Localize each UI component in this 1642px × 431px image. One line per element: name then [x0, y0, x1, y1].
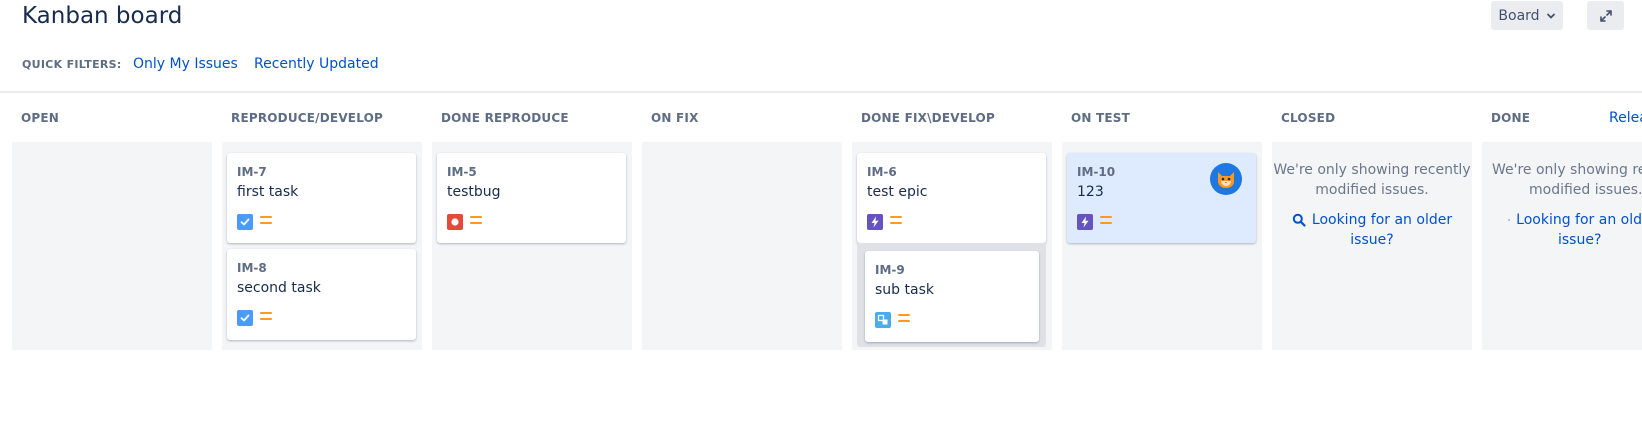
issue-key[interactable]: IM-8: [237, 261, 267, 275]
column-reproduce-develop: IM-7 first task IM-8 second task: [222, 142, 422, 350]
issue-summary: testbug: [447, 184, 501, 200]
filter-recently-updated[interactable]: Recently Updated: [254, 56, 379, 72]
issue-key[interactable]: IM-9: [875, 263, 905, 277]
task-checkbox-icon: [237, 310, 253, 326]
issue-card-im-5[interactable]: IM-5 testbug: [437, 153, 626, 243]
column-header-on-fix: ON FIX: [651, 111, 699, 125]
chevron-down-icon: [1546, 13, 1555, 19]
issue-key[interactable]: IM-6: [867, 165, 897, 179]
column-header-on-test: ON TEST: [1071, 111, 1131, 125]
issue-summary: 123: [1077, 184, 1104, 200]
priority-medium-icon: [260, 312, 272, 324]
priority-medium-icon: [470, 216, 482, 228]
older-issue-link-text[interactable]: issue?: [1272, 230, 1472, 250]
board-button-label: Board: [1498, 7, 1540, 24]
issue-card-im-6[interactable]: IM-6 test epic: [857, 153, 1046, 243]
filter-only-my-issues[interactable]: Only My Issues: [133, 56, 238, 72]
empty-message-line: modified issues.: [1315, 182, 1429, 198]
empty-message-line: modified issues.: [1529, 182, 1642, 198]
expand-icon: [1599, 9, 1612, 22]
issue-key[interactable]: IM-5: [447, 165, 477, 179]
column-done-fix-develop: IM-6 test epic IM-9 sub task: [852, 142, 1052, 350]
issue-summary: first task: [237, 184, 299, 200]
column-on-test: IM-10 123: [1062, 142, 1262, 350]
bug-icon: [447, 214, 463, 230]
header-divider: [0, 91, 1642, 93]
epic-lightning-icon: [867, 214, 883, 230]
quick-filters-label: QUICK FILTERS:: [22, 58, 122, 71]
closed-older-issue-link[interactable]: Looking for an older issue?: [1272, 210, 1472, 250]
release-link[interactable]: Relea: [1609, 110, 1642, 126]
closed-empty-message: We're only showing recently modified iss…: [1272, 160, 1472, 200]
done-empty-message: We're only showing rece modified issues.: [1482, 160, 1642, 200]
subtask-container: IM-9 sub task: [857, 243, 1046, 347]
priority-medium-icon: [1100, 216, 1112, 228]
expand-button[interactable]: [1587, 1, 1624, 30]
issue-card-im-9[interactable]: IM-9 sub task: [865, 251, 1039, 342]
cat-avatar-icon: [1218, 172, 1234, 188]
issue-card-im-8[interactable]: IM-8 second task: [227, 249, 416, 340]
cat-avatar[interactable]: [1210, 163, 1242, 195]
column-header-reproduce-develop: REPRODUCE/DEVELOP: [231, 111, 384, 125]
empty-message-line: We're only showing rece: [1492, 162, 1642, 178]
issue-summary: sub task: [875, 282, 934, 298]
column-header-done-reproduce: DONE REPRODUCE: [441, 111, 569, 125]
column-header-done: DONE: [1491, 111, 1531, 125]
done-older-issue-link[interactable]: Looking for an old issue?: [1482, 210, 1642, 250]
empty-message-line: We're only showing recently: [1273, 162, 1471, 178]
older-issue-link-text[interactable]: Looking for an old: [1516, 210, 1642, 230]
issue-summary: second task: [237, 280, 321, 296]
issue-card-im-7[interactable]: IM-7 first task: [227, 153, 416, 243]
column-header-done-fix-develop: DONE FIX\DEVELOP: [861, 111, 995, 125]
board-menu-button[interactable]: Board: [1491, 1, 1563, 30]
search-icon: [1508, 219, 1511, 222]
older-issue-link-text[interactable]: issue?: [1482, 230, 1642, 250]
task-checkbox-icon: [237, 214, 253, 230]
search-icon: [1292, 213, 1306, 227]
column-on-fix: [642, 142, 842, 350]
subtask-icon: [875, 312, 891, 328]
older-issue-link-text[interactable]: Looking for an older: [1312, 210, 1452, 230]
epic-lightning-icon: [1077, 214, 1093, 230]
column-done-reproduce: IM-5 testbug: [432, 142, 632, 350]
issue-card-im-10[interactable]: IM-10 123: [1067, 153, 1256, 243]
priority-medium-icon: [260, 216, 272, 228]
page-title: Kanban board: [22, 3, 183, 29]
priority-medium-icon: [898, 314, 910, 326]
column-header-closed: CLOSED: [1281, 111, 1336, 125]
issue-key[interactable]: IM-10: [1077, 165, 1115, 179]
issue-summary: test epic: [867, 184, 928, 200]
issue-key[interactable]: IM-7: [237, 165, 267, 179]
column-open: [12, 142, 212, 350]
column-header-open: OPEN: [21, 111, 60, 125]
priority-medium-icon: [890, 216, 902, 228]
